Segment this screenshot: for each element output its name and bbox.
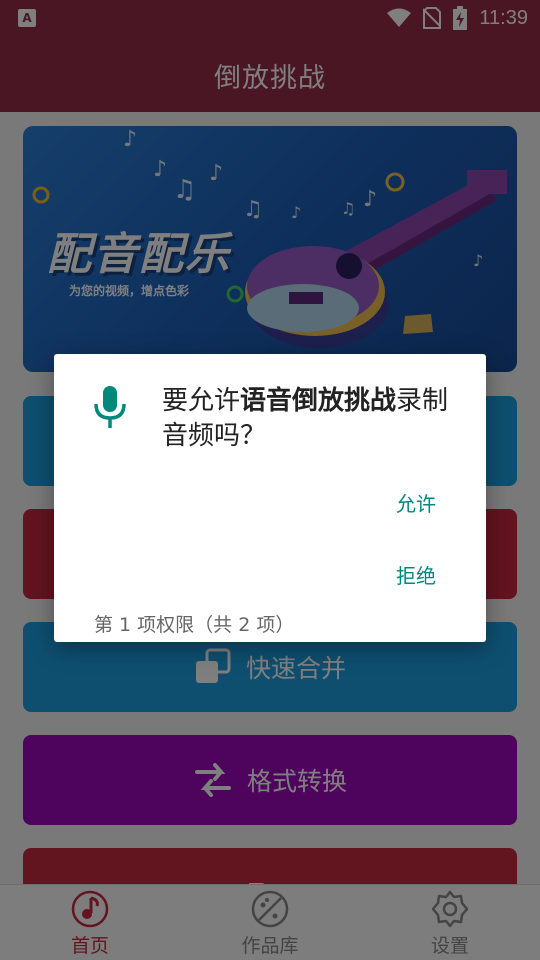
- allow-button[interactable]: 允许: [396, 488, 436, 517]
- dialog-message: 要允许语音倒放挑战录制音频吗？: [162, 386, 449, 451]
- dialog-app-name: 语音倒放挑战: [240, 386, 397, 416]
- deny-button[interactable]: 拒绝: [396, 560, 436, 589]
- microphone-icon: [94, 386, 126, 428]
- permission-counter: 第 1 项权限（共 2 项）: [94, 614, 295, 636]
- permission-dialog: 要允许语音倒放挑战录制音频吗？ 允许 拒绝 第 1 项权限（共 2 项）: [54, 354, 486, 642]
